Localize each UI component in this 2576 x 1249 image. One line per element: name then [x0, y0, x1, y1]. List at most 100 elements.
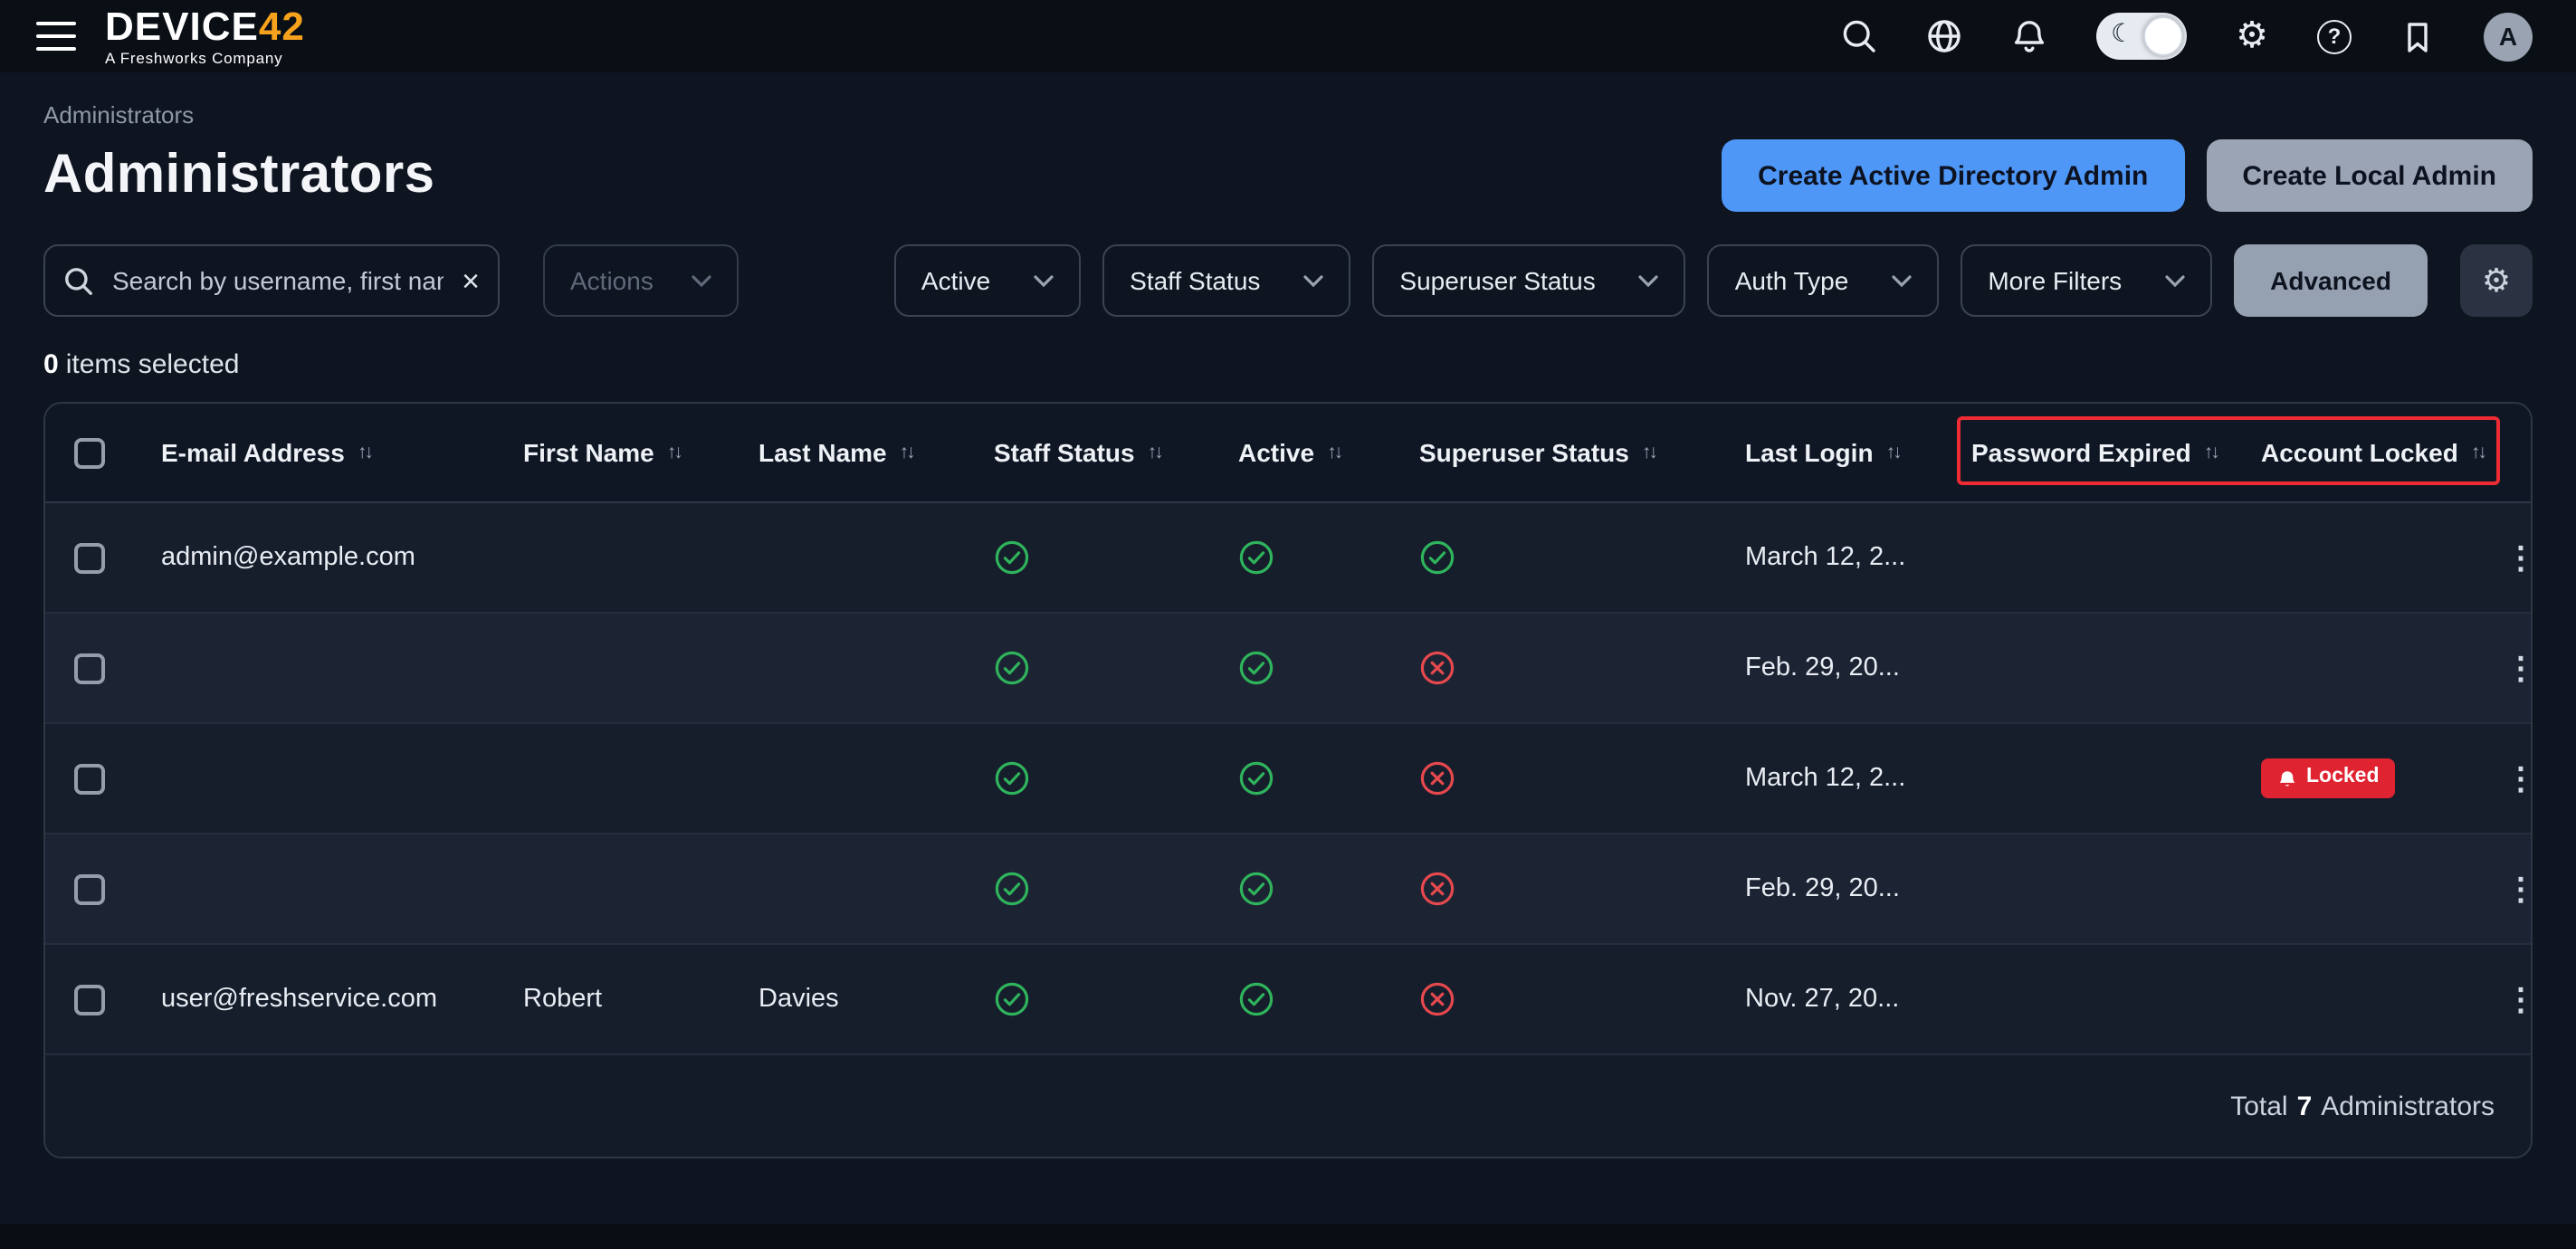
column-header-staff-status[interactable]: Staff Status ↑↓: [994, 438, 1238, 467]
search-box: ×: [43, 244, 500, 317]
create-local-admin-button[interactable]: Create Local Admin: [2206, 139, 2533, 212]
column-header-last-login[interactable]: Last Login↑↓: [1745, 438, 1971, 467]
navbar-actions: ☾ ⚙ ? A: [1841, 12, 2540, 61]
staff-status-check-icon: [994, 981, 1238, 1017]
menu-icon[interactable]: [36, 22, 76, 51]
active-check-icon: [1238, 650, 1419, 686]
search-icon[interactable]: [1841, 18, 1877, 54]
advanced-button[interactable]: Advanced: [2234, 244, 2428, 317]
row-actions-kebab[interactable]: ⋮: [2505, 542, 2533, 573]
row-actions-kebab[interactable]: ⋮: [2505, 653, 2533, 683]
row-actions-kebab[interactable]: ⋮: [2505, 984, 2533, 1015]
staff-status-check-icon: [994, 539, 1238, 576]
row-actions-kebab[interactable]: ⋮: [2505, 873, 2533, 904]
column-header-active[interactable]: Active↑↓: [1238, 438, 1419, 467]
user-avatar[interactable]: A: [2484, 12, 2533, 61]
main-content: Administrators Administrators Create Act…: [0, 101, 2576, 1158]
column-header-password-expired[interactable]: Password Expired ↑↓: [1971, 438, 2261, 467]
column-header-last-name[interactable]: Last Name↑↓: [758, 438, 994, 467]
sort-icon: ↑↓: [900, 442, 913, 463]
column-label: Password Expired: [1971, 438, 2191, 467]
superuser-status-filter-dropdown[interactable]: Superuser Status: [1372, 244, 1685, 317]
column-label: Superuser Status: [1419, 438, 1629, 467]
cell-last-login: March 12, 2...: [1745, 764, 1971, 793]
sort-icon: ↑↓: [1148, 442, 1161, 463]
alarm-bell-icon: [2277, 768, 2297, 788]
active-check-icon: [1238, 981, 1419, 1017]
settings-gear-icon[interactable]: ⚙: [2236, 18, 2268, 54]
table-row: March 12, 2... Locked ⋮: [45, 724, 2531, 834]
cell-last-login: Feb. 29, 20...: [1745, 874, 1971, 903]
row-checkbox[interactable]: [74, 542, 105, 573]
search-input[interactable]: [109, 264, 447, 297]
row-checkbox[interactable]: [74, 873, 105, 904]
dropdown-label: Auth Type: [1735, 266, 1849, 295]
actions-dropdown-label: Actions: [570, 266, 654, 295]
more-filters-dropdown[interactable]: More Filters: [1961, 244, 2212, 317]
column-label: Account Locked: [2261, 438, 2458, 467]
sort-icon: ↑↓: [667, 442, 681, 463]
total-label: Total: [2230, 1091, 2287, 1121]
total-entity: Administrators: [2321, 1091, 2495, 1121]
theme-toggle[interactable]: ☾: [2096, 13, 2187, 60]
cell-email: admin@example.com: [161, 543, 523, 572]
administrators-table: E-mail Address↑↓ First Name↑↓ Last Name↑…: [43, 402, 2533, 1158]
active-check-icon: [1238, 760, 1419, 796]
staff-status-check-icon: [994, 871, 1238, 907]
selection-summary: 0items selected: [43, 349, 2533, 380]
device42-logo[interactable]: DEVICE42 A Freshworks Company: [105, 7, 305, 66]
column-label: E-mail Address: [161, 438, 345, 467]
toggle-knob: [2143, 16, 2183, 56]
filter-dropdown-group: Active Staff Status Superuser Status Aut…: [894, 244, 2533, 317]
breadcrumb[interactable]: Administrators: [43, 101, 194, 129]
create-active-directory-admin-button[interactable]: Create Active Directory Admin: [1722, 139, 2184, 212]
dropdown-label: More Filters: [1988, 266, 2122, 295]
total-value: 7: [2297, 1091, 2313, 1121]
chevron-down-icon: [692, 274, 711, 287]
cell-first-name: Robert: [523, 985, 758, 1014]
column-header-email[interactable]: E-mail Address↑↓: [161, 438, 523, 467]
column-label: Staff Status: [994, 438, 1135, 467]
sort-icon: ↑↓: [2204, 442, 2218, 463]
notifications-bell-icon[interactable]: [2011, 18, 2047, 54]
bookmark-icon[interactable]: [2400, 19, 2435, 53]
active-check-icon: [1238, 871, 1419, 907]
superuser-x-icon: [1419, 650, 1745, 686]
table-row: Feb. 29, 20... ⋮: [45, 834, 2531, 945]
cell-last-login: Feb. 29, 20...: [1745, 653, 1971, 682]
row-checkbox[interactable]: [74, 763, 105, 794]
sort-icon: ↑↓: [2471, 442, 2485, 463]
auth-type-filter-dropdown[interactable]: Auth Type: [1708, 244, 1940, 317]
logo-subtitle: A Freshworks Company: [105, 51, 305, 66]
cell-last-name: Davies: [758, 985, 994, 1014]
table-settings-button[interactable]: ⚙: [2460, 244, 2533, 317]
chevron-down-icon: [1034, 274, 1054, 287]
row-checkbox[interactable]: [74, 653, 105, 683]
column-header-first-name[interactable]: First Name↑↓: [523, 438, 758, 467]
app-root: DEVICE42 A Freshworks Company ☾ ⚙ ? A: [0, 0, 2576, 1249]
top-navbar: DEVICE42 A Freshworks Company ☾ ⚙ ? A: [0, 0, 2576, 72]
select-all-checkbox[interactable]: [74, 437, 105, 468]
table-footer: Total 7 Administrators: [45, 1055, 2531, 1157]
row-checkbox[interactable]: [74, 984, 105, 1015]
globe-icon[interactable]: [1926, 18, 1962, 54]
superuser-x-icon: [1419, 760, 1745, 796]
logo-accent: 42: [259, 4, 305, 49]
table-row: admin@example.com March 12, 2... ⋮: [45, 503, 2531, 614]
column-header-account-locked[interactable]: Account Locked ↑↓: [2261, 438, 2505, 467]
actions-dropdown[interactable]: Actions: [543, 244, 739, 317]
staff-status-filter-dropdown[interactable]: Staff Status: [1102, 244, 1350, 317]
active-filter-dropdown[interactable]: Active: [894, 244, 1081, 317]
filter-toolbar: × Actions Active Staff Status Superuser …: [43, 244, 2533, 317]
chevron-down-icon: [1639, 274, 1659, 287]
selection-label: items selected: [66, 349, 240, 380]
superuser-check-icon: [1419, 539, 1745, 576]
help-icon[interactable]: ?: [2317, 19, 2352, 53]
cell-last-login: Nov. 27, 20...: [1745, 985, 1971, 1014]
table-row: user@freshservice.com Robert Davies Nov.…: [45, 945, 2531, 1055]
column-header-superuser-status[interactable]: Superuser Status↑↓: [1419, 438, 1745, 467]
clear-search-icon[interactable]: ×: [462, 265, 480, 296]
search-input-icon: [63, 265, 94, 296]
staff-status-check-icon: [994, 760, 1238, 796]
row-actions-kebab[interactable]: ⋮: [2505, 763, 2533, 794]
